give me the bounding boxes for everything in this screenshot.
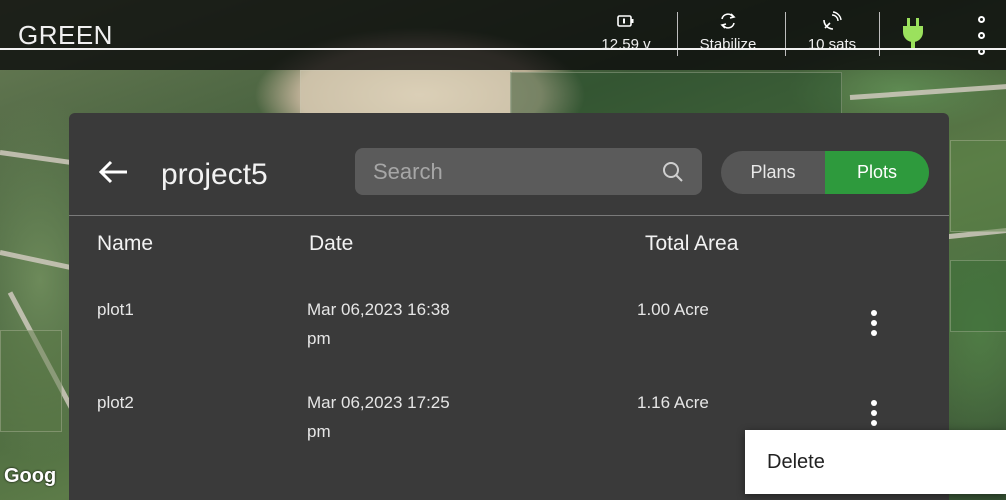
- plot-date-suffix: pm: [307, 422, 331, 441]
- vehicle-name: GREEN: [18, 20, 113, 50]
- delete-menu-item[interactable]: Delete: [767, 451, 825, 474]
- plot-name: plot1: [97, 300, 134, 319]
- back-arrow-icon[interactable]: [97, 157, 133, 187]
- plot-area: 1.00 Acre: [637, 300, 709, 319]
- page-title: project5: [161, 158, 268, 191]
- battery-status: 12.59 v: [583, 10, 669, 53]
- plot-name: plot2: [97, 393, 134, 412]
- gps-status: 10 sats: [789, 10, 875, 53]
- plot-date-suffix: pm: [307, 329, 331, 348]
- plans-plots-toggle[interactable]: Plans Plots: [721, 151, 929, 194]
- plot-area: 1.16 Acre: [637, 393, 709, 412]
- search-input[interactable]: [355, 148, 702, 195]
- plot-date: Mar 06,2023 17:25: [307, 393, 450, 412]
- satellite-count: 10 sats: [807, 36, 857, 53]
- row-menu-icon[interactable]: [864, 308, 884, 340]
- header-divider: [69, 215, 949, 216]
- plot-date: Mar 06,2023 16:38: [307, 300, 450, 319]
- column-header-name: Name: [97, 232, 154, 255]
- satellite-icon: [789, 10, 875, 32]
- battery-icon: [583, 10, 669, 32]
- column-header-total-area: Total Area: [645, 232, 739, 255]
- status-bar: GREEN 12.59 v Stabilize 10 sats: [0, 0, 1006, 70]
- tab-plots[interactable]: Plots: [825, 151, 929, 194]
- flight-mode[interactable]: Stabilize: [685, 10, 771, 53]
- strikethrough-line: [0, 48, 1006, 50]
- row-menu-icon[interactable]: [864, 398, 884, 430]
- plug-icon: [898, 16, 928, 50]
- mode-cycle-icon: [685, 10, 771, 32]
- column-header-date: Date: [309, 232, 354, 255]
- tab-plans[interactable]: Plans: [721, 151, 825, 194]
- more-vertical-icon[interactable]: [974, 14, 990, 58]
- search-icon[interactable]: [661, 160, 685, 184]
- voltage-value: 12.59 v: [601, 36, 651, 53]
- mode-value: Stabilize: [699, 36, 757, 53]
- map-attribution: Goog: [4, 465, 57, 487]
- panel-header: project5 Plans Plots: [69, 113, 949, 215]
- row-context-menu: Delete: [745, 430, 1006, 494]
